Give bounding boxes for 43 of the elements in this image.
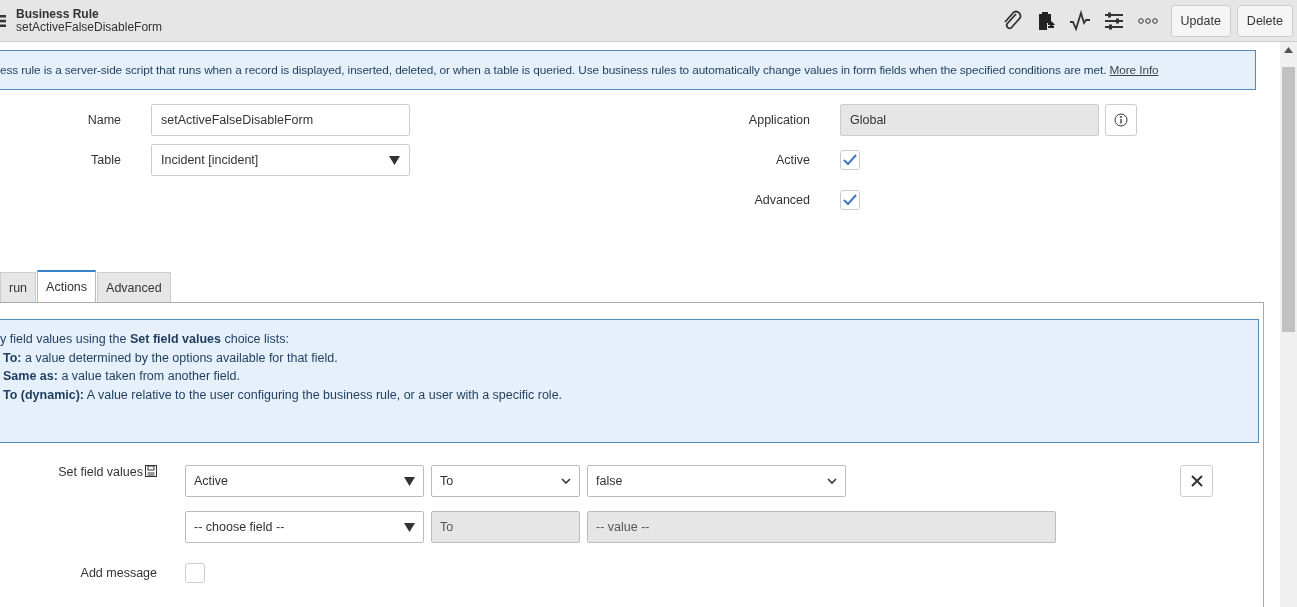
value-select[interactable]: false (587, 465, 846, 497)
more-info-link[interactable]: More Info (1109, 63, 1159, 77)
chevron-icon (827, 478, 837, 484)
checkbox[interactable] (840, 190, 860, 210)
help-text: To (dynamic): A value relative to the user configuring the business rule, or a user with a specific role. (2, 386, 564, 404)
caret-icon (404, 476, 415, 486)
field-label: Active (774, 153, 811, 167)
close-button[interactable] (1180, 465, 1213, 497)
field-label: Set field values (58, 465, 143, 479)
header-button[interactable]: Update (1170, 4, 1231, 37)
caret-icon (404, 522, 415, 532)
operator-select[interactable]: To (431, 465, 580, 497)
text-field[interactable]: setActiveFalseDisableForm (151, 104, 410, 136)
field-label: Add message (80, 566, 157, 580)
info-button[interactable] (1105, 104, 1137, 136)
help-text: Same as: a value taken from another field. (2, 368, 241, 385)
info-icon (1114, 113, 1128, 127)
help-text: y field values using the Set field values choice lists: (0, 331, 291, 348)
close-icon (1189, 474, 1204, 488)
header-button[interactable]: Delete (1236, 4, 1293, 37)
chevron-icon (561, 478, 571, 484)
help-text: To: a value determined by the options available for that field. (2, 349, 339, 367)
field-label: Table (90, 153, 122, 167)
select-field[interactable]: Incident [incident] (151, 144, 410, 176)
checkbox[interactable] (840, 150, 860, 170)
field-label: Advanced (753, 193, 811, 207)
record-name: setActiveFalseDisableForm (16, 20, 163, 34)
form-title: Business Rule (16, 7, 100, 21)
checkbox[interactable] (185, 563, 205, 583)
menu-icon[interactable] (0, 14, 6, 27)
scrollbar[interactable] (1280, 42, 1297, 607)
scroll-up-icon[interactable] (1284, 47, 1293, 53)
readonly-field: Global (840, 104, 1099, 136)
field-label: Application (747, 113, 811, 127)
info-message: ess rule is a server-side script that runs when a record is displayed, inserted, deleted, or when a table is queried. Use business rules to automatically change values in form fields when the specified conditions are met. More Info (0, 50, 1256, 90)
save-icon[interactable] (145, 465, 157, 477)
activity-icon[interactable] (1068, 9, 1091, 32)
tab[interactable]: Actions (37, 270, 97, 302)
field-select[interactable]: Active (185, 465, 424, 497)
field-label: Name (86, 113, 122, 127)
tab[interactable]: run (0, 272, 37, 302)
tab[interactable]: Advanced (97, 272, 171, 302)
caret-icon (389, 155, 400, 165)
